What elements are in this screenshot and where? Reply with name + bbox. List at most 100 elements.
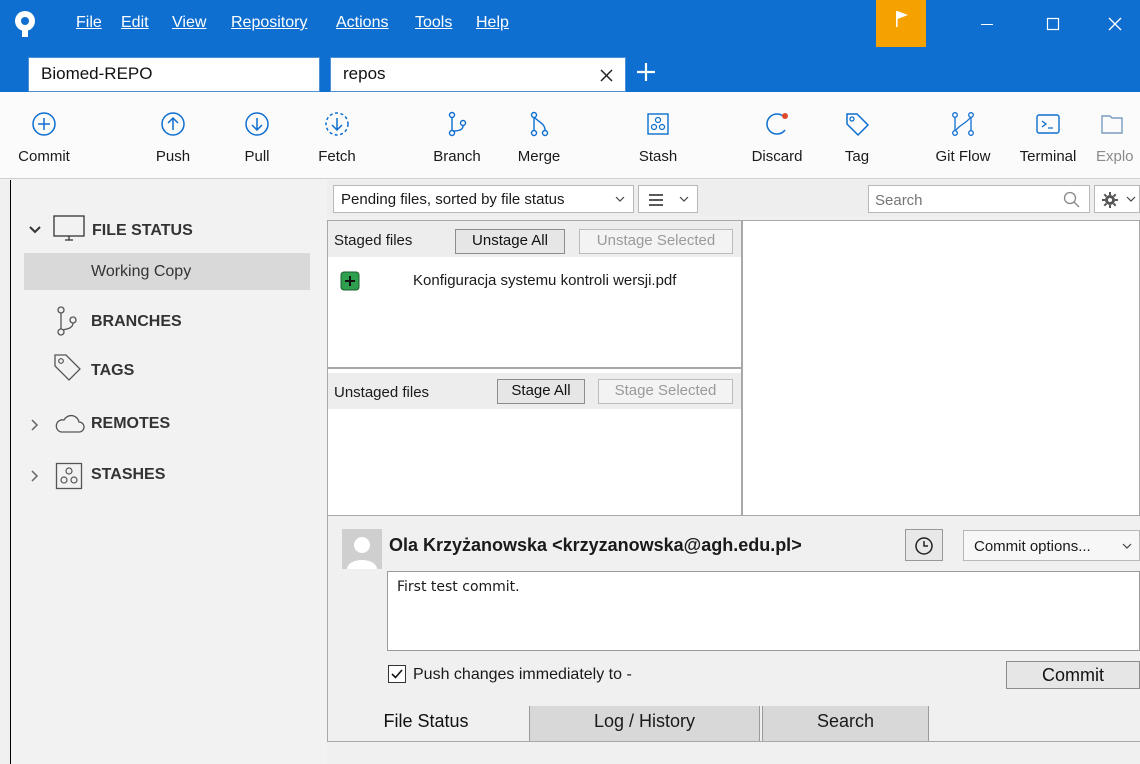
minimize-icon	[981, 23, 993, 25]
menu-actions[interactable]: Actions	[336, 14, 388, 32]
title-bar: File Edit View Repository Actions Tools …	[0, 0, 1140, 47]
git-flow-icon	[952, 112, 974, 136]
commit-options-dropdown[interactable]: Commit options...	[963, 530, 1140, 561]
menu-repository[interactable]: Repository	[231, 14, 307, 32]
push-immediately-checkbox[interactable]	[388, 665, 406, 683]
maximize-button[interactable]	[1024, 0, 1082, 47]
pull-label: Pull	[244, 148, 270, 165]
search-field[interactable]	[868, 185, 1090, 213]
tab-biomed-repo[interactable]: Biomed-REPO	[28, 57, 320, 92]
merge-label: Merge	[517, 148, 561, 165]
sidebar-item-working-copy[interactable]: Working Copy	[24, 253, 310, 290]
unstage-all-button[interactable]: Unstage All	[455, 229, 565, 254]
staged-file-name: Konfiguracja systemu kontroli wersji.pdf	[413, 272, 677, 289]
merge-button[interactable]: Merge	[506, 92, 572, 178]
avatar	[342, 529, 382, 569]
sidebar-stashes[interactable]: STASHES	[91, 466, 165, 484]
menu-view[interactable]: View	[172, 14, 206, 32]
menu-help[interactable]: Help	[476, 14, 509, 32]
branch-icon	[57, 306, 77, 336]
monitor-icon	[53, 215, 85, 241]
notification-flag-button[interactable]	[876, 0, 926, 47]
close-tab-icon[interactable]	[599, 68, 614, 83]
sidebar-tags[interactable]: TAGS	[91, 362, 134, 380]
commit-message-field[interactable]: First test commit.	[387, 571, 1140, 651]
stash-button[interactable]: Stash	[630, 92, 686, 178]
push-label: Push	[155, 148, 191, 165]
terminal-icon	[1036, 114, 1060, 134]
stage-selected-button[interactable]: Stage Selected	[598, 379, 733, 404]
sort-dropdown[interactable]: Pending files, sorted by file status	[333, 185, 634, 213]
tag-icon	[54, 354, 81, 381]
branch-button[interactable]: Branch	[424, 92, 490, 178]
discard-button[interactable]: Discard	[742, 92, 812, 178]
sidebar-file-status[interactable]: FILE STATUS	[92, 222, 193, 240]
menu-file[interactable]: File	[76, 14, 102, 32]
tab-log-history[interactable]: Log / History	[529, 706, 760, 742]
tab-search[interactable]: Search	[762, 706, 929, 742]
list-icon	[649, 194, 663, 206]
add-tab-icon[interactable]	[635, 61, 657, 83]
tag-label: Tag	[844, 148, 870, 165]
fetch-button[interactable]: Fetch	[312, 92, 362, 178]
menu-edit[interactable]: Edit	[121, 14, 149, 32]
chevron-down-icon	[679, 196, 689, 202]
staged-file-row[interactable]: Konfiguracja systemu kontroli wersji.pdf	[328, 266, 740, 296]
explorer-button[interactable]: Explo	[1096, 92, 1140, 178]
menu-tools[interactable]: Tools	[415, 14, 452, 32]
sidebar-branches[interactable]: BRANCHES	[91, 313, 182, 331]
discard-icon	[766, 113, 788, 135]
history-button[interactable]	[905, 529, 943, 561]
settings-dropdown[interactable]	[1094, 185, 1140, 213]
plus-circle-icon	[32, 112, 56, 136]
tag-button[interactable]: Tag	[832, 92, 882, 178]
gear-icon	[1102, 192, 1118, 208]
git-flow-label: Git Flow	[935, 148, 991, 165]
push-button[interactable]: Push	[148, 92, 198, 178]
commit-message-text: First test commit.	[397, 579, 520, 595]
commit-options-label: Commit options...	[974, 538, 1091, 555]
commit-submit-button[interactable]: Commit	[1006, 661, 1140, 689]
sidebar-remotes[interactable]: REMOTES	[91, 415, 170, 433]
discard-label: Discard	[751, 148, 803, 165]
tab-label: repos	[343, 64, 386, 83]
branch-label: Branch	[433, 148, 481, 165]
sourcetree-logo-icon	[15, 11, 35, 37]
git-flow-button[interactable]: Git Flow	[928, 92, 998, 178]
chevron-right-icon[interactable]	[30, 469, 40, 483]
commit-author: Ola Krzyżanowska <krzyzanowska@agh.edu.p…	[389, 535, 802, 555]
terminal-button[interactable]: Terminal	[1010, 92, 1086, 178]
tab-file-status[interactable]: File Status	[340, 706, 512, 742]
minimize-button[interactable]	[958, 0, 1016, 47]
checkmark-icon	[391, 669, 403, 679]
tab-label: Biomed-REPO	[41, 64, 153, 83]
stash-icon	[55, 462, 83, 490]
explorer-icon	[1101, 115, 1123, 134]
flag-icon	[896, 11, 908, 27]
push-immediately-label: Push changes immediately to -	[413, 666, 632, 683]
sort-label: Pending files, sorted by file status	[341, 191, 565, 208]
chevron-right-icon[interactable]	[30, 418, 40, 432]
user-avatar-icon	[347, 537, 377, 569]
chevron-down-icon[interactable]	[28, 225, 42, 235]
explorer-label: Explo	[1096, 148, 1134, 165]
merge-icon	[530, 111, 549, 137]
stash-label: Stash	[638, 148, 678, 165]
tab-repos[interactable]: repos	[330, 57, 626, 92]
close-icon	[1108, 17, 1122, 30]
chevron-down-icon	[1122, 543, 1132, 549]
branch-icon	[448, 111, 467, 137]
commit-button[interactable]: Commit	[16, 92, 72, 178]
stage-all-button[interactable]: Stage All	[497, 379, 585, 404]
unstaged-files-title: Unstaged files	[334, 384, 430, 401]
maximize-icon	[1046, 17, 1060, 30]
working-copy-label: Working Copy	[91, 263, 192, 280]
pull-button[interactable]: Pull	[232, 92, 282, 178]
diff-view-panel	[742, 220, 1140, 516]
close-window-button[interactable]	[1090, 0, 1140, 47]
unstage-selected-button[interactable]: Unstage Selected	[579, 229, 733, 254]
view-mode-dropdown[interactable]	[638, 185, 698, 213]
file-added-icon	[340, 271, 360, 291]
fetch-label: Fetch	[318, 148, 356, 165]
search-input[interactable]	[873, 189, 1057, 211]
